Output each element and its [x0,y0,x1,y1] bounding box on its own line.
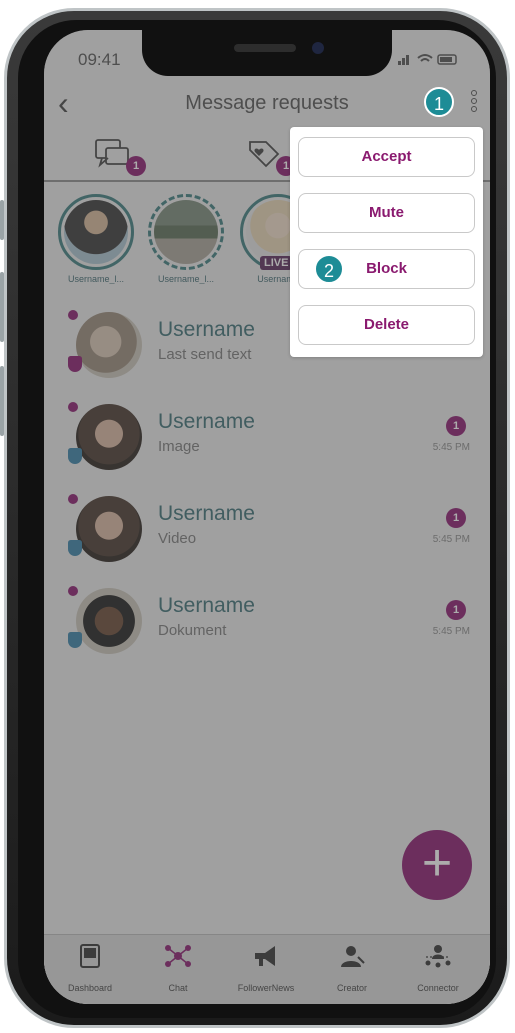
context-menu: Accept Mute Block Delete [290,127,483,357]
accept-button[interactable]: Accept [298,137,475,177]
step-marker-1: 1 [424,87,454,117]
speaker [234,44,296,52]
step-marker-2: 2 [314,254,344,284]
phone-mockup: 09:41 ‹ Message requests 1 1 Username_l.… [0,0,515,1033]
mute-button[interactable]: Mute [298,193,475,233]
front-camera [312,42,324,54]
delete-button[interactable]: Delete [298,305,475,345]
screen: 09:41 ‹ Message requests 1 1 Username_l.… [44,30,490,1004]
notch [142,30,392,76]
